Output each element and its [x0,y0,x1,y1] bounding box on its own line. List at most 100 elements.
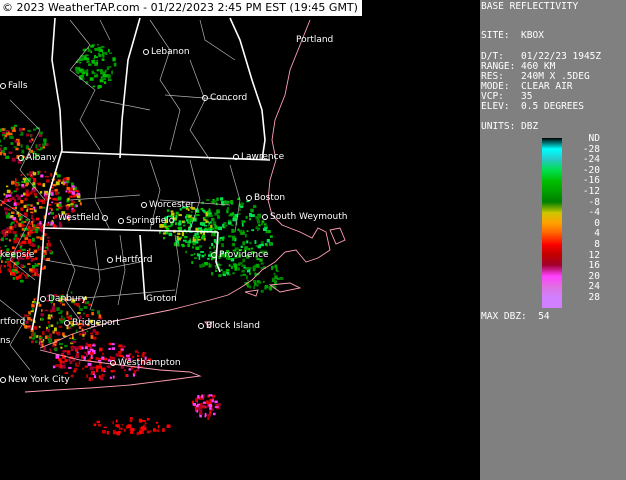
radar-echo [91,377,94,381]
radar-echo [79,75,83,79]
radar-echo [71,201,75,204]
radar-echo [22,177,27,181]
radar-echo [273,272,276,275]
radar-echo [100,377,104,381]
radar-echo [274,275,278,280]
radar-echo [86,301,90,304]
legend-label: 0 [594,217,600,229]
radar-echo [89,352,94,355]
radar-echo [59,342,63,346]
radar-echo [52,197,56,201]
radar-echo [25,276,29,279]
radar-echo [103,71,106,75]
radar-echo [64,359,68,362]
radar-echo [238,213,241,215]
legend-swatch [542,265,562,277]
radar-echo [2,149,5,153]
radar-echo [35,230,38,234]
radar-echo [177,237,181,241]
radar-echo [63,178,67,181]
radar-echo [264,223,267,226]
radar-echo [19,243,22,246]
legend-label: -28 [582,143,600,155]
radar-echo [11,180,15,185]
radar-echo [86,57,90,61]
radar-echo [162,232,166,235]
radar-echo [79,61,82,64]
radar-echo [108,342,112,346]
radar-echo [218,226,222,231]
radar-echo [198,227,203,230]
radar-echo [62,350,66,353]
radar-echo [45,329,50,332]
city-marker-icon [202,94,208,101]
radar-echo [242,241,246,246]
radar-echo [211,217,215,222]
radar-echo [92,344,96,347]
radar-echo [119,427,123,430]
radar-echo [22,128,25,131]
radar-echo [214,400,218,404]
radar-echo [208,404,213,407]
radar-echo [69,195,73,198]
radar-echo [232,217,237,222]
radar-echo [34,195,38,198]
radar-echo [47,239,50,244]
radar-echo [27,263,31,265]
radar-echo [186,219,189,222]
radar-echo [177,227,181,229]
radar-echo [40,313,44,317]
radar-echo [41,341,44,343]
radar-echo [75,70,80,73]
radar-echo [33,335,36,338]
city-new-york-city: New York City [0,375,70,385]
radar-echo [29,268,33,272]
radar-echo [230,224,234,226]
radar-echo [209,214,213,217]
radar-echo [62,332,65,336]
radar-echo [196,405,199,408]
radar-echo [47,337,51,341]
radar-echo [39,221,42,225]
radar-echo [66,311,69,316]
radar-echo [26,182,29,185]
radar-echo [42,183,46,187]
city-marker-icon [101,214,108,221]
radar-echo [50,314,53,317]
radar-echo [199,413,203,415]
radar-echo [211,271,214,276]
radar-echo [67,352,71,355]
radar-echo [55,364,59,367]
radar-echo [102,77,107,80]
radar-echo [115,353,119,357]
radar-echo [183,221,186,224]
radar-echo [71,341,73,344]
radar-echo [250,208,254,213]
city-boston: Boston [246,193,285,203]
legend-swatch [542,201,562,213]
radar-echo [89,348,94,351]
radar-echo [112,369,116,373]
radar-echo [249,213,252,217]
legend-label: 8 [594,239,600,250]
radar-echo [66,180,70,184]
radar-echo [272,277,274,282]
city-marker-icon [64,319,70,326]
radar-echo [249,285,252,289]
radar-echo [36,335,39,338]
radar-echo [42,143,45,147]
radar-echo [29,233,31,236]
radar-echo [76,204,78,207]
radar-echo [208,246,212,250]
radar-echo [13,270,17,273]
legend-swatch [542,159,562,171]
radar-echo [84,69,88,72]
radar-echo [125,374,128,377]
city-worcester: Worcester [141,200,194,210]
radar-echo [196,409,199,413]
radar-echo [86,374,88,378]
radar-echo [208,209,211,213]
radar-echo [232,272,235,275]
radar-echo [42,331,45,335]
radar-echo [162,428,165,432]
